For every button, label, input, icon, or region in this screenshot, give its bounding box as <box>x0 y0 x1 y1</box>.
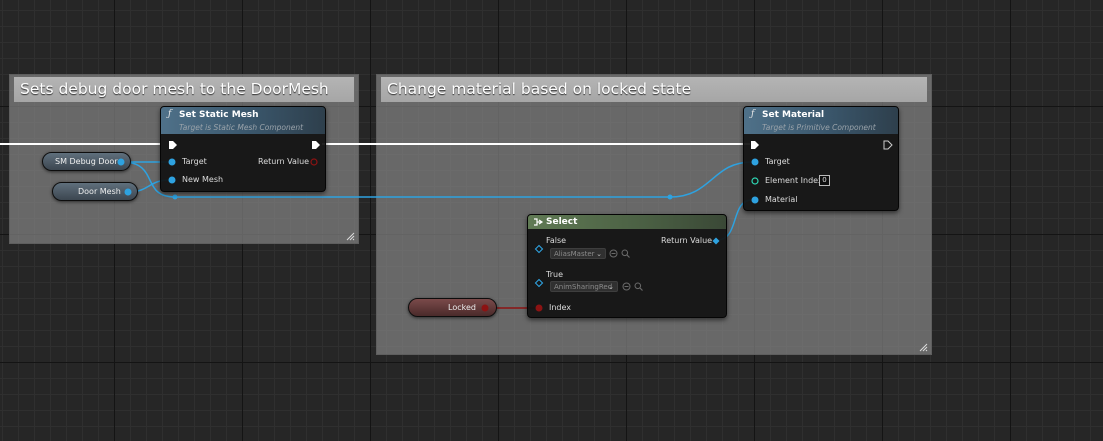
door-mesh-variable[interactable]: Door Mesh <box>52 182 138 201</box>
new-mesh-pin[interactable] <box>168 176 176 184</box>
locked-variable[interactable]: Locked <box>408 298 497 317</box>
return-value-label: Return Value <box>258 157 310 166</box>
element-index-input[interactable]: 0 <box>819 175 830 186</box>
return-value-label: Return Value <box>661 236 713 245</box>
dropdown-arrow-icon: ⌄ <box>608 283 614 291</box>
return-value-pin[interactable] <box>310 158 318 166</box>
function-icon: ƒ <box>751 109 755 119</box>
dropdown-value: AliasMaster <box>554 250 595 258</box>
use-selected-asset-icon[interactable] <box>622 282 631 291</box>
exec-out-pin[interactable] <box>883 140 893 150</box>
element-index-label: Element Index <box>765 176 823 185</box>
variable-label: Locked <box>448 303 476 312</box>
node-title: Select <box>546 217 578 227</box>
browse-asset-icon[interactable] <box>621 249 630 258</box>
function-icon: ƒ <box>168 109 172 119</box>
false-label: False <box>546 236 567 245</box>
variable-output-pin[interactable] <box>481 304 489 312</box>
set-material-node[interactable]: ƒ Set Material Target is Primitive Compo… <box>743 106 899 211</box>
dropdown-arrow-icon: ⌄ <box>596 250 602 258</box>
element-index-pin[interactable] <box>751 177 759 185</box>
false-asset-dropdown[interactable]: AliasMaster ⌄ <box>550 248 606 259</box>
node-subtitle: Target is Primitive Component <box>762 123 876 132</box>
variable-label: SM Debug Door <box>55 157 118 166</box>
variable-output-pin[interactable] <box>117 158 125 166</box>
node-title: Set Material <box>762 110 825 120</box>
exec-in-pin[interactable] <box>168 140 178 150</box>
select-icon <box>534 218 544 226</box>
new-mesh-label: New Mesh <box>182 175 224 184</box>
target-label: Target <box>182 157 207 166</box>
false-pin[interactable] <box>534 244 544 254</box>
material-pin[interactable] <box>751 196 759 204</box>
true-pin[interactable] <box>534 278 544 288</box>
material-label: Material <box>765 195 798 204</box>
node-subtitle: Target is Static Mesh Component <box>179 123 304 132</box>
target-pin[interactable] <box>168 158 176 166</box>
variable-output-pin[interactable] <box>124 188 132 196</box>
dropdown-value: AnimSharingRed <box>554 283 613 291</box>
use-selected-asset-icon[interactable] <box>609 249 618 258</box>
exec-out-pin[interactable] <box>311 140 321 150</box>
true-label: True <box>546 270 563 279</box>
return-value-pin[interactable] <box>712 237 720 245</box>
node-title: Set Static Mesh <box>179 110 259 120</box>
browse-asset-icon[interactable] <box>634 282 643 291</box>
variable-label: Door Mesh <box>78 187 121 196</box>
true-asset-dropdown[interactable]: AnimSharingRed ⌄ <box>550 281 618 292</box>
index-pin[interactable] <box>535 304 543 312</box>
target-pin[interactable] <box>751 158 759 166</box>
sm-debug-door-variable[interactable]: SM Debug Door <box>42 152 131 171</box>
select-node[interactable]: Select False AliasMaster ⌄ True AnimShar… <box>527 214 727 318</box>
set-static-mesh-node[interactable]: ƒ Set Static Mesh Target is Static Mesh … <box>160 106 326 192</box>
index-label: Index <box>549 303 572 312</box>
exec-in-pin[interactable] <box>750 140 760 150</box>
target-label: Target <box>765 157 790 166</box>
